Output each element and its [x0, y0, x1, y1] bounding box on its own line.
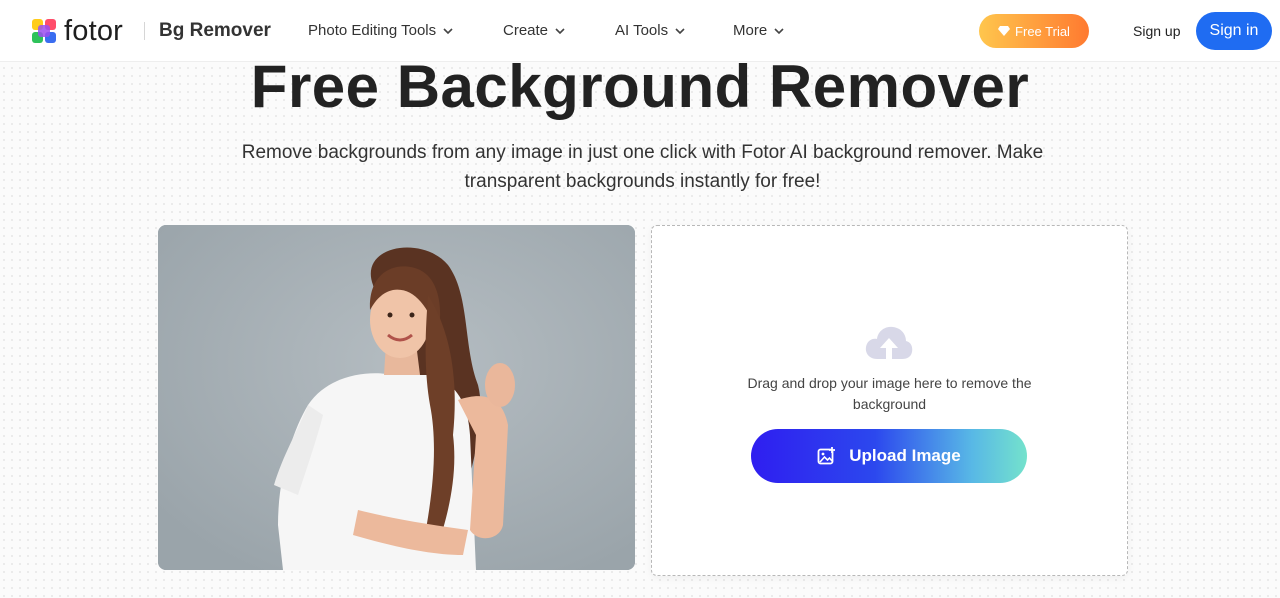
free-trial-label: Free Trial: [1015, 23, 1070, 39]
upload-button-label: Upload Image: [849, 446, 961, 465]
nav-create[interactable]: Create: [503, 21, 566, 41]
nav-photo-editing-tools[interactable]: Photo Editing Tools: [308, 21, 454, 41]
chevron-down-icon: [774, 28, 784, 35]
chevron-down-icon: [443, 28, 453, 35]
sign-in-button[interactable]: Sign in: [1196, 12, 1272, 50]
nav-label: Create: [503, 22, 549, 39]
page-title: Free Background Remover: [250, 53, 1030, 120]
upload-image-button[interactable]: Upload Image: [751, 429, 1027, 483]
product-name[interactable]: Bg Remover: [159, 19, 271, 43]
cloud-upload-icon: [865, 326, 913, 359]
chevron-down-icon: [555, 28, 565, 35]
upload-dropzone[interactable]: Drag and drop your image here to remove …: [651, 225, 1128, 576]
nav-label: More: [733, 22, 768, 39]
sample-photo: [158, 225, 635, 570]
fotor-logo-icon: [32, 19, 56, 43]
header-divider: [144, 22, 145, 40]
nav-ai-tools[interactable]: AI Tools: [615, 21, 686, 41]
woman-portrait-image: [158, 225, 635, 570]
diamond-icon: [998, 26, 1011, 36]
logo-wordmark: fotor: [64, 15, 124, 47]
nav-label: AI Tools: [615, 22, 669, 39]
drop-instructions: Drag and drop your image here to remove …: [747, 375, 1032, 412]
fotor-logo[interactable]: fotor: [32, 15, 124, 47]
chevron-down-icon: [675, 28, 685, 35]
nav-more[interactable]: More: [733, 21, 785, 41]
page-subtitle: Remove backgrounds from any image in jus…: [241, 142, 1044, 192]
add-image-icon: [817, 447, 836, 465]
free-trial-button[interactable]: Free Trial: [979, 14, 1089, 48]
sign-up-link[interactable]: Sign up: [1133, 22, 1180, 40]
nav-label: Photo Editing Tools: [308, 22, 437, 39]
